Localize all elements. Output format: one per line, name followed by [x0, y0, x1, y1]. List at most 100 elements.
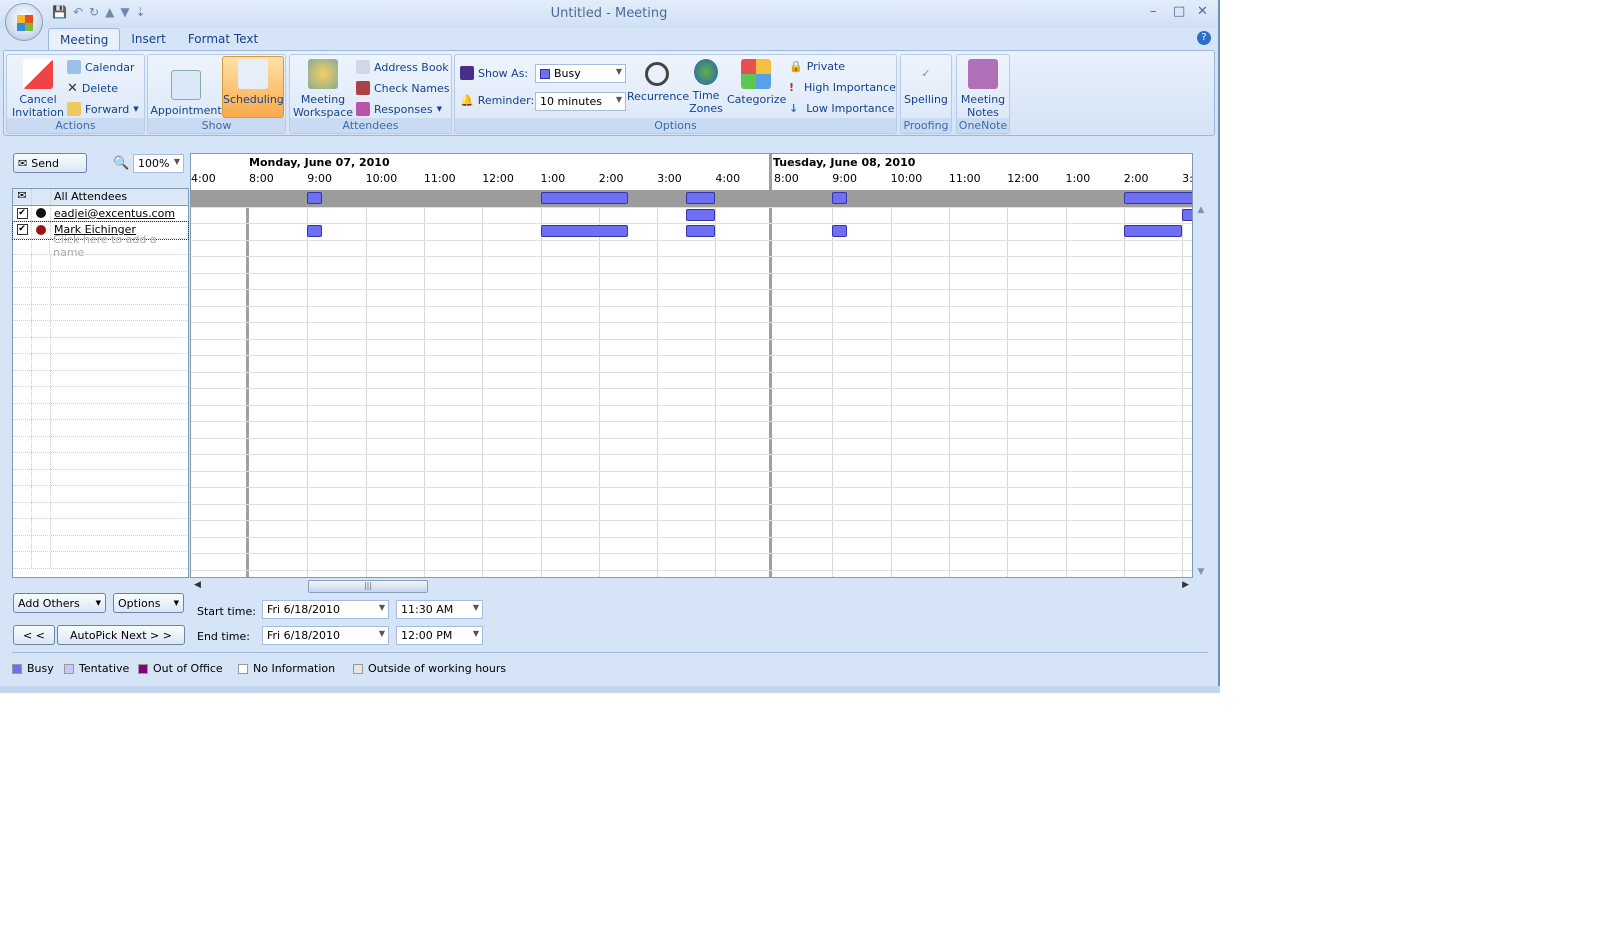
delete-button[interactable]: ✕ Delete: [67, 81, 118, 96]
horizontal-scrollbar[interactable]: ◀ ||| ▶: [190, 580, 1193, 594]
busy-block[interactable]: [832, 225, 847, 237]
delete-x-icon: ✕: [67, 81, 78, 96]
zoom-dropdown[interactable]: 100% ▼: [133, 154, 184, 173]
start-date-field[interactable]: Fri 6/18/2010 ▼: [262, 600, 389, 619]
scheduling-icon: [238, 59, 268, 89]
response-column: [13, 238, 32, 254]
empty-row: [13, 321, 188, 338]
row-gridline: [191, 289, 1192, 290]
chevron-down-icon[interactable]: ▼: [473, 629, 479, 638]
private-button[interactable]: 🔒 Private: [789, 60, 845, 73]
group-proofing: ✓ Spelling Proofing: [900, 54, 952, 134]
forward-button[interactable]: Forward ▼: [67, 102, 139, 116]
busy-block[interactable]: [307, 192, 322, 204]
help-icon[interactable]: ?: [1197, 31, 1211, 45]
spelling-button[interactable]: ✓ Spelling: [901, 57, 951, 106]
cancel-invitation-button[interactable]: Cancel Invitation: [9, 57, 67, 119]
busy-block[interactable]: [686, 225, 716, 237]
chevron-down-icon[interactable]: ▼: [473, 603, 479, 612]
categorize-button[interactable]: Categorize: [727, 57, 786, 106]
busy-block[interactable]: [540, 192, 628, 204]
type-column: [32, 420, 51, 436]
high-importance-button[interactable]: ! High Importance: [789, 81, 896, 94]
divider: [12, 652, 1208, 653]
end-time-field[interactable]: 12:00 PM ▼: [396, 626, 483, 645]
group-label: Attendees: [290, 118, 451, 133]
lock-icon: 🔒: [789, 60, 803, 73]
busy-block[interactable]: [832, 192, 847, 204]
meeting-notes-button[interactable]: Meeting Notes: [957, 57, 1009, 119]
hour-label: 8:00: [774, 172, 799, 185]
time-zones-button[interactable]: Time Zones: [687, 57, 725, 115]
scheduling-button[interactable]: Scheduling: [222, 56, 284, 118]
envelope-sort-icon[interactable]: ✉: [17, 189, 26, 202]
busy-block[interactable]: [686, 208, 716, 221]
tab-insert[interactable]: Insert: [120, 28, 176, 50]
row-gridline: [191, 536, 1192, 538]
meeting-workspace-button[interactable]: Meeting Workspace: [292, 57, 354, 119]
hour-label: 1:00: [1065, 172, 1091, 185]
responses-icon: [356, 102, 370, 116]
send-button[interactable]: ✉ Send: [13, 153, 87, 173]
calendar-button[interactable]: Calendar: [67, 60, 134, 74]
busy-block[interactable]: [686, 192, 716, 204]
address-book-button[interactable]: Address Book: [356, 60, 449, 74]
chevron-down-icon[interactable]: ▼: [379, 629, 385, 638]
row-gridline: [191, 487, 1192, 488]
tab-format-text[interactable]: Format Text: [177, 28, 269, 50]
busy-block[interactable]: [1182, 208, 1192, 221]
ribbon-tabs: Meeting Insert Format Text: [48, 28, 269, 50]
hour-label: 3:0: [1182, 172, 1193, 185]
scroll-thumb[interactable]: |||: [308, 580, 428, 593]
response-column: [13, 304, 32, 320]
minimize-button[interactable]: –: [1150, 4, 1157, 19]
end-date-field[interactable]: Fri 6/18/2010 ▼: [262, 626, 389, 645]
check-names-button[interactable]: Check Names: [356, 81, 450, 95]
office-button[interactable]: [5, 3, 43, 41]
scroll-right-icon[interactable]: ▶: [1182, 580, 1189, 590]
response-column: [13, 354, 32, 370]
hour-label: 12:00: [1007, 172, 1039, 185]
type-column: [32, 535, 51, 551]
autopick-previous-button[interactable]: < <: [13, 625, 55, 645]
busy-block[interactable]: [1123, 192, 1192, 204]
empty-row: [13, 337, 188, 354]
attendee-checkbox[interactable]: ✔: [16, 207, 28, 219]
low-importance-button[interactable]: ↓ Low Importance: [789, 102, 894, 115]
scroll-left-icon[interactable]: ◀: [194, 580, 201, 590]
scroll-up-icon[interactable]: ▲: [1194, 205, 1208, 215]
options-button[interactable]: Options ▼: [113, 593, 184, 613]
arrow-down-icon: ↓: [789, 102, 799, 115]
show-as-dropdown[interactable]: Busy ▼: [535, 64, 626, 83]
responses-button[interactable]: Responses ▼: [356, 102, 442, 116]
start-time-field[interactable]: 11:30 AM ▼: [396, 600, 483, 619]
vertical-scrollbar[interactable]: ▲ ▼: [1194, 205, 1208, 577]
schedule-grid[interactable]: Monday, June 07, 2010 Tuesday, June 08, 2…: [190, 153, 1193, 578]
scroll-down-icon[interactable]: ▼: [1194, 567, 1208, 577]
organizer-icon: [36, 224, 46, 235]
close-button[interactable]: ✕: [1197, 4, 1208, 19]
group-label: Options: [455, 118, 896, 133]
chevron-down-icon[interactable]: ▼: [379, 603, 385, 612]
maximize-button[interactable]: □: [1173, 4, 1185, 19]
empty-row: [13, 502, 188, 519]
recurrence-button[interactable]: Recurrence: [627, 57, 689, 103]
tab-meeting[interactable]: Meeting: [48, 28, 121, 50]
attendee-row[interactable]: ✔ eadjei@excentus.com: [13, 205, 188, 222]
hour-label: 2:00: [1123, 172, 1149, 185]
busy-block[interactable]: [540, 225, 628, 237]
group-show: Appointment Scheduling Show: [147, 54, 286, 134]
hour-gridline: [307, 190, 309, 577]
busy-block[interactable]: [307, 225, 322, 237]
autopick-next-button[interactable]: AutoPick Next > >: [57, 625, 185, 645]
add-attendee-row[interactable]: Click here to add a name: [13, 233, 188, 259]
busy-block[interactable]: [1123, 225, 1183, 237]
hour-gridline: [890, 190, 892, 577]
legend-swatch: [238, 663, 248, 674]
attendee-checkbox[interactable]: ✔: [16, 224, 28, 235]
reminder-dropdown[interactable]: 10 minutes ▼: [535, 92, 626, 111]
type-column: [32, 469, 51, 485]
add-others-button[interactable]: Add Others ▼: [13, 593, 106, 613]
appointment-button[interactable]: Appointment: [150, 68, 222, 117]
type-column: [32, 337, 51, 353]
